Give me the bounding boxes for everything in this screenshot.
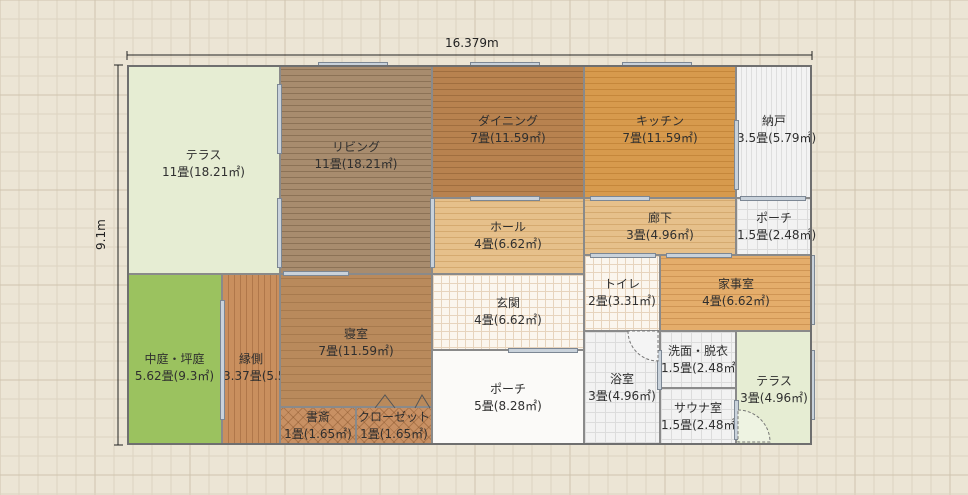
door-swings xyxy=(374,330,771,443)
door-swing xyxy=(627,330,659,362)
floor-plan: 16.379m 9.1m テラス 11畳(18.21㎡) リビング 11畳(18.2… xyxy=(0,0,968,495)
door-swing xyxy=(737,409,771,443)
door-swing xyxy=(374,394,396,409)
door-swing xyxy=(414,393,431,409)
